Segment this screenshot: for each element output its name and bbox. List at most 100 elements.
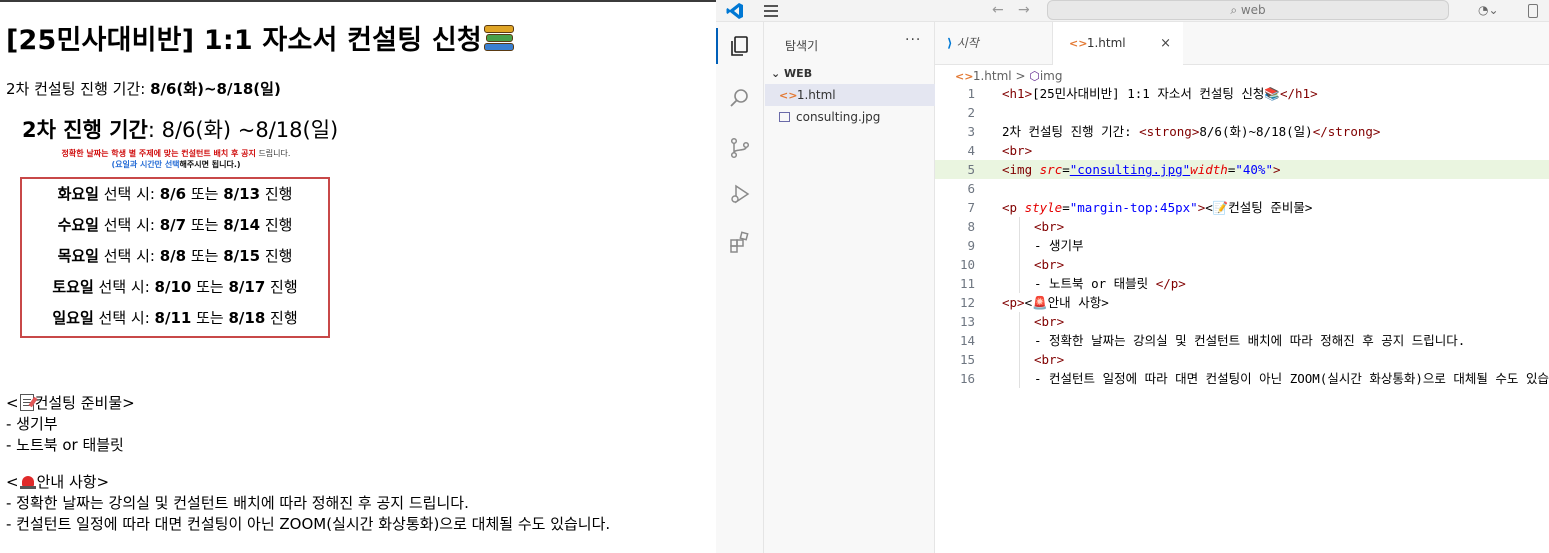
title-bar: ← → ⌕ web ◔⌄ <box>716 0 1549 22</box>
schedule-row-segment: 진행 <box>260 216 293 234</box>
line-number: 15 <box>959 352 975 367</box>
code-line[interactable]: 14 - 정확한 날짜는 강의실 및 컨설턴트 배치에 따라 정해진 후 공지 드… <box>935 331 1549 350</box>
schedule-row-segment: 또는 <box>186 247 224 265</box>
menu-icon[interactable] <box>764 5 778 17</box>
extensions-icon[interactable] <box>716 222 764 262</box>
code-token: <h1> <box>1002 86 1033 101</box>
html-file-icon: <> <box>779 89 798 102</box>
run-debug-icon[interactable] <box>716 174 764 214</box>
search-text: web <box>1240 3 1266 17</box>
image-note-select: (요일과 시간만 선택해주시면 됩니다.) <box>6 159 346 170</box>
schedule-row-segment: 8/8 <box>159 247 187 265</box>
code-token: <p <box>1002 200 1025 215</box>
code-line[interactable]: 2 <box>935 103 1549 122</box>
chevron-down-icon: ⌄ <box>771 67 785 80</box>
breadcrumb-element[interactable]: img <box>1040 69 1063 83</box>
code-line[interactable]: 16 - 컨설턴트 일정에 따라 대면 컨설팅이 아닌 ZOOM(실시간 화상통화… <box>935 369 1549 388</box>
explorer-sidebar: 탐색기 ··· ⌄ WEB <> 1.html consulting.jpg <box>765 22 935 553</box>
code-token: > <box>1272 162 1281 177</box>
copilot-icon[interactable]: ◔⌄ <box>1478 3 1499 17</box>
code-line[interactable]: 15 <br> <box>935 350 1549 369</box>
folder-web[interactable]: ⌄ WEB <box>765 64 935 84</box>
schedule-row-segment: 진행 <box>260 185 293 203</box>
tab-1-html[interactable]: <> 1.html × <box>1053 22 1183 66</box>
image-note-red-tail: 드립니다. <box>255 149 291 158</box>
image-note-blue: (요일과 시간만 선택 <box>111 160 180 169</box>
code-line[interactable]: 11 - 노트북 or 태블릿 </p> <box>935 274 1549 293</box>
code-line[interactable]: 9 - 생기부 <box>935 236 1549 255</box>
line-number: 6 <box>967 181 975 196</box>
schedule-row-segment: 8/7 <box>159 216 187 234</box>
schedule-row-segment: 선택 시: <box>98 247 160 265</box>
code-text: - 생기부 <box>1034 236 1084 255</box>
schedule-box: 화요일 선택 시: 8/6 또는 8/13 진행 수요일 선택 시: 8/7 또는… <box>20 177 330 338</box>
notice-item: - 컨설턴트 일정에 따라 대면 컨설팅이 아닌 ZOOM(실시간 화상통화)으… <box>6 515 611 533</box>
schedule-row-segment: 일요일 <box>52 309 94 327</box>
schedule-row-segment: 또는 <box>191 309 229 327</box>
schedule-label: 2차 컨설팅 진행 기간: <box>6 80 151 98</box>
schedule-row: 수요일 선택 시: 8/7 또는 8/14 진행 <box>22 214 328 235</box>
code-line[interactable]: 6 <box>935 179 1549 198</box>
code-token: - 노트북 or 태블릿 <box>1034 276 1156 291</box>
code-line[interactable]: 12 <p><🚨안내 사항> <box>935 293 1549 312</box>
code-line[interactable]: 3 2차 컨설팅 진행 기간: <strong>8/6(화)~8/18(일)</s… <box>935 122 1549 141</box>
schedule-row-segment: 또는 <box>191 278 229 296</box>
code-token: <strong> <box>1139 124 1200 139</box>
prep-title-text: 컨설팅 준비물 <box>34 394 123 412</box>
code-line[interactable]: 8 <br> <box>935 217 1549 236</box>
line-number: 10 <box>959 257 975 272</box>
schedule-row-segment: 진행 <box>260 247 293 265</box>
vscode-logo-icon[interactable] <box>726 2 744 20</box>
search-icon: ⌕ <box>1230 3 1241 17</box>
tab-welcome[interactable]: ⟩ 시작 <box>935 22 1053 65</box>
schedule-row-segment: 8/18 <box>228 309 266 327</box>
schedule-row-segment: 또는 <box>186 185 224 203</box>
schedule-row-segment: 8/11 <box>154 309 192 327</box>
close-icon[interactable]: × <box>1160 22 1171 65</box>
file-item-html[interactable]: <> 1.html <box>765 84 935 106</box>
copilot-chevron-icon: ⌄ <box>1488 3 1499 17</box>
code-text: <br> <box>1034 350 1064 369</box>
line-number: 16 <box>959 371 975 386</box>
file-item-image[interactable]: consulting.jpg <box>765 106 935 128</box>
consulting-image: 2차 진행 기간: 8/6(화) ~8/18(일) 정확한 날짜는 학생 별 주… <box>6 106 346 346</box>
layout-toggle-icon[interactable] <box>1528 4 1538 18</box>
arrow-right-icon[interactable]: → <box>1018 2 1030 18</box>
code-line[interactable]: 5 <img src="consulting.jpg"width="40%"> <box>935 160 1549 179</box>
code-token: <br> <box>1034 219 1065 234</box>
search-sidebar-icon[interactable] <box>716 78 764 118</box>
schedule-row-segment: 선택 시: <box>98 185 160 203</box>
code-token: 8/6(화)~8/18(일) <box>1199 124 1313 139</box>
schedule-row-segment: 8/10 <box>154 278 192 296</box>
explorer-icon[interactable] <box>716 26 764 66</box>
code-token: </strong> <box>1312 124 1381 139</box>
code-token: - 정확한 날짜는 강의실 및 컨설턴트 배치에 따라 정해진 후 공지 드립니… <box>1034 333 1466 348</box>
code-line[interactable]: 13 <br> <box>935 312 1549 331</box>
notice-title: < 안내 사항> <box>6 473 110 491</box>
schedule-line: 2차 컨설팅 진행 기간: 8/6(화)~8/18(일) <box>6 78 281 99</box>
arrow-left-icon[interactable]: ← <box>992 2 1004 18</box>
code-line[interactable]: 10 <br> <box>935 255 1549 274</box>
line-number: 11 <box>959 276 975 291</box>
schedule-row-segment: 또는 <box>186 216 224 234</box>
code-text: - 컨설턴트 일정에 따라 대면 컨설팅이 아닌 ZOOM(실시간 화상통화)으… <box>1034 369 1549 388</box>
code-line[interactable]: 4 <br> <box>935 141 1549 160</box>
schedule-row-segment: 진행 <box>265 278 298 296</box>
image-note-black: 해주시면 됩니다.) <box>179 160 241 169</box>
command-center-search[interactable]: ⌕ web <box>1047 0 1449 20</box>
notice-section: < 안내 사항> - 정확한 날짜는 강의실 및 컨설턴트 배치에 따라 정해진 … <box>6 472 610 535</box>
source-control-icon[interactable] <box>716 128 764 168</box>
code-token: <img <box>1002 162 1040 177</box>
schedule-row-segment: 8/14 <box>223 216 261 234</box>
code-line[interactable]: 7 <p style="margin-top:45px"><📝컨설팅 준비물> <box>935 198 1549 217</box>
image-heading: 2차 진행 기간: 8/6(화) ~8/18(일) <box>22 114 338 144</box>
line-number: 8 <box>967 219 975 234</box>
file-label: consulting.jpg <box>796 110 881 124</box>
schedule-row-segment: 화요일 <box>57 185 99 203</box>
image-heading-rest: : 8/6(화) ~8/18(일) <box>147 118 339 142</box>
vscode-window: ← → ⌕ web ◔⌄ 탐색기 ··· ⌄ WEB <> 1.html con… <box>716 0 1549 553</box>
element-icon: ⬡ <box>1029 69 1040 83</box>
breadcrumb-file[interactable]: 1.html <box>973 69 1012 83</box>
more-actions-icon[interactable]: ··· <box>905 32 921 48</box>
code-line[interactable]: 1 <h1>[25민사대비반] 1:1 자소서 컨설팅 신청📚</h1> <box>935 84 1549 103</box>
